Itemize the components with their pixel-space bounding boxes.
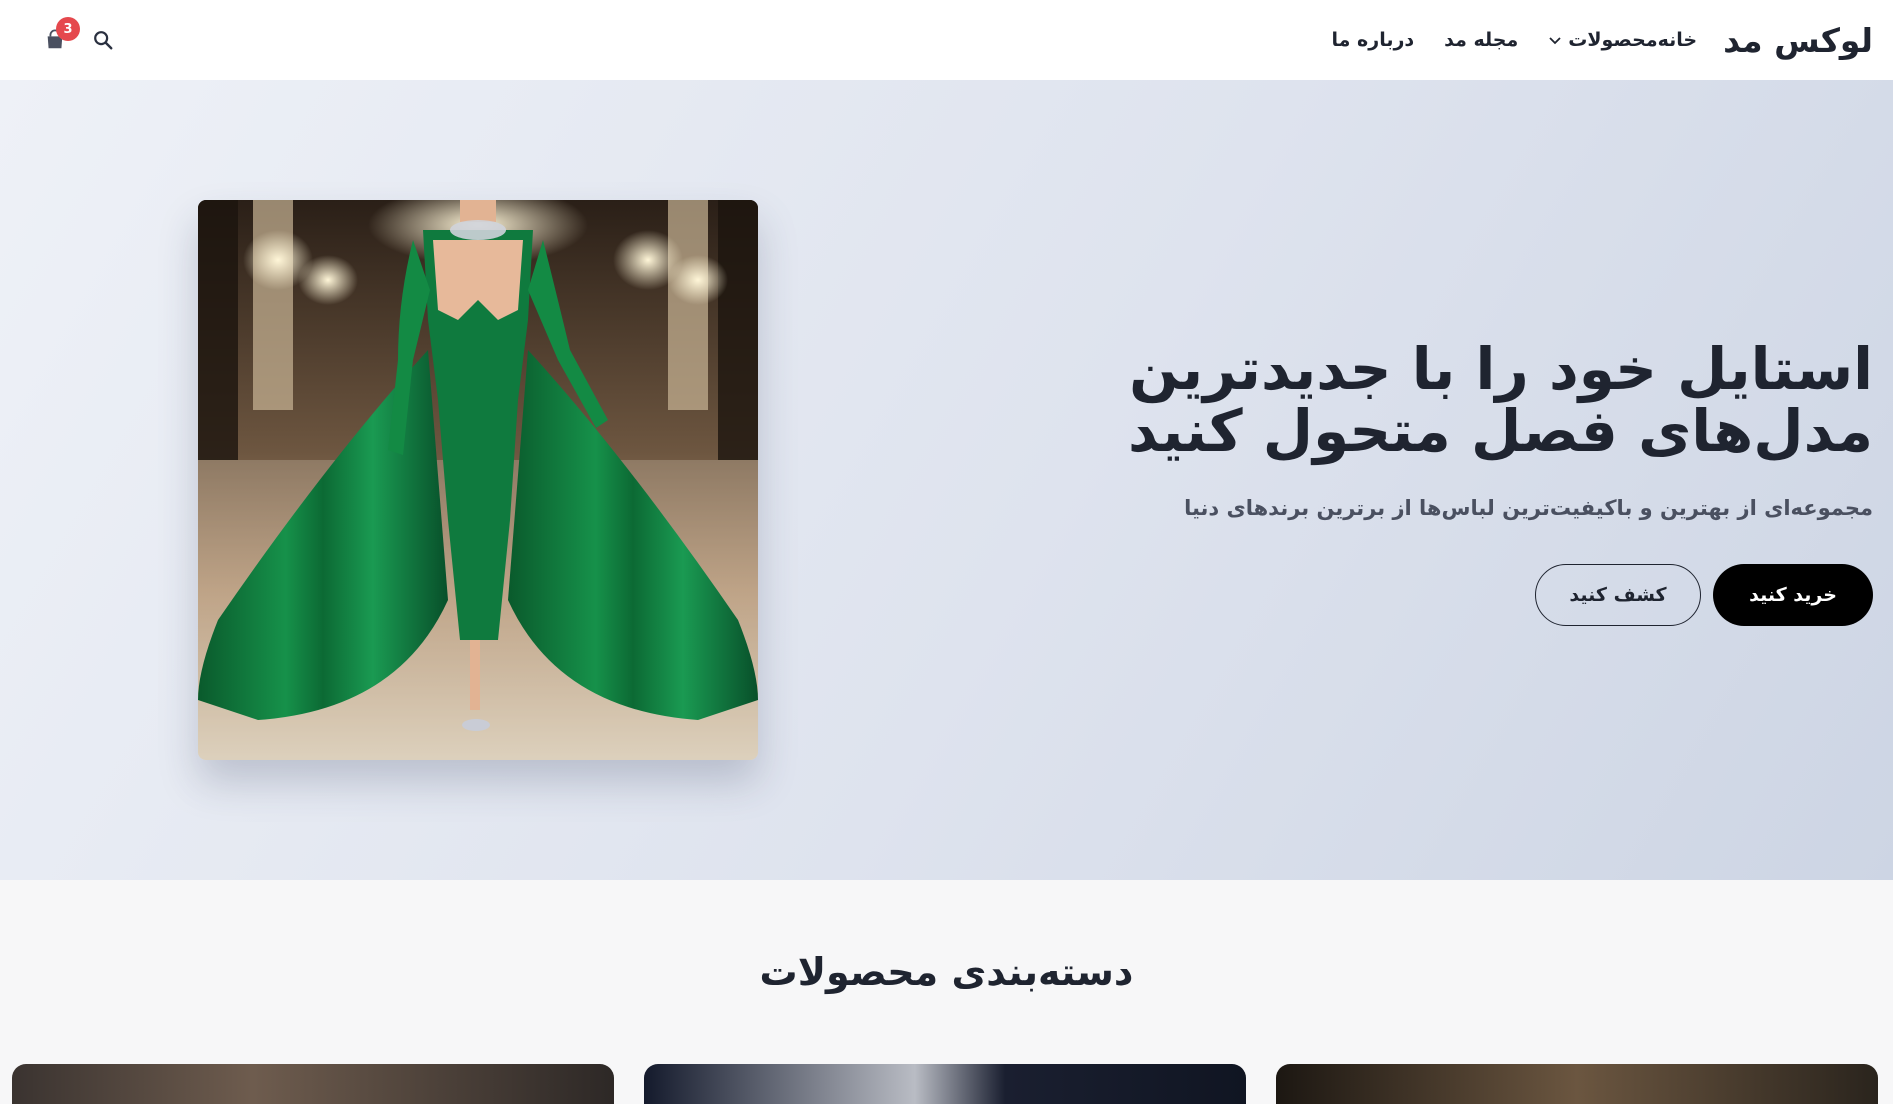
search-button[interactable] — [86, 23, 120, 57]
category-card[interactable] — [644, 1064, 1246, 1104]
hero-section: استایل خود را با جدیدترین مدل‌های فصل مت… — [0, 80, 1893, 880]
hero-dress-photo — [198, 200, 758, 760]
cart-count-badge: 3 — [56, 17, 80, 41]
nav-home[interactable]: خانه محصولات — [1548, 29, 1697, 51]
hero-subtitle: مجموعه‌ای از بهترین و باکیفیت‌ترین لباس‌… — [1184, 496, 1873, 520]
nav-magazine[interactable]: مجله مد — [1444, 29, 1518, 51]
category-cards — [12, 1064, 1878, 1104]
nav-home-label: خانه — [1657, 29, 1698, 51]
category-card[interactable] — [1276, 1064, 1878, 1104]
site-logo[interactable]: لوکس مد — [1723, 21, 1873, 60]
category-card[interactable] — [12, 1064, 614, 1104]
shop-now-button[interactable]: خرید کنید — [1713, 564, 1873, 626]
cart-button[interactable]: 3 — [38, 17, 80, 57]
main-nav: خانه محصولات مجله مد درباره ما — [1332, 29, 1698, 51]
hero-text: استایل خود را با جدیدترین مدل‌های فصل مت… — [973, 338, 1873, 626]
header-tools: 3 — [38, 17, 120, 57]
nav-products-label[interactable]: محصولات — [1568, 29, 1657, 51]
search-icon — [94, 31, 113, 50]
header-brand-nav: لوکس مد خانه محصولات مجله مد درباره ما — [1332, 21, 1874, 60]
site-header: 3 لوکس مد خانه محصولات مجله مد درباره ما — [0, 0, 1893, 80]
hero-image — [198, 200, 758, 760]
hero-title: استایل خود را با جدیدترین مدل‌های فصل مت… — [1127, 335, 1873, 465]
chevron-down-icon[interactable] — [1548, 33, 1562, 47]
nav-about[interactable]: درباره ما — [1332, 29, 1415, 51]
hero-buttons: خرید کنید کشف کنید — [973, 564, 1873, 626]
explore-button[interactable]: کشف کنید — [1535, 564, 1701, 626]
categories-title: دسته‌بندی محصولات — [759, 950, 1134, 994]
